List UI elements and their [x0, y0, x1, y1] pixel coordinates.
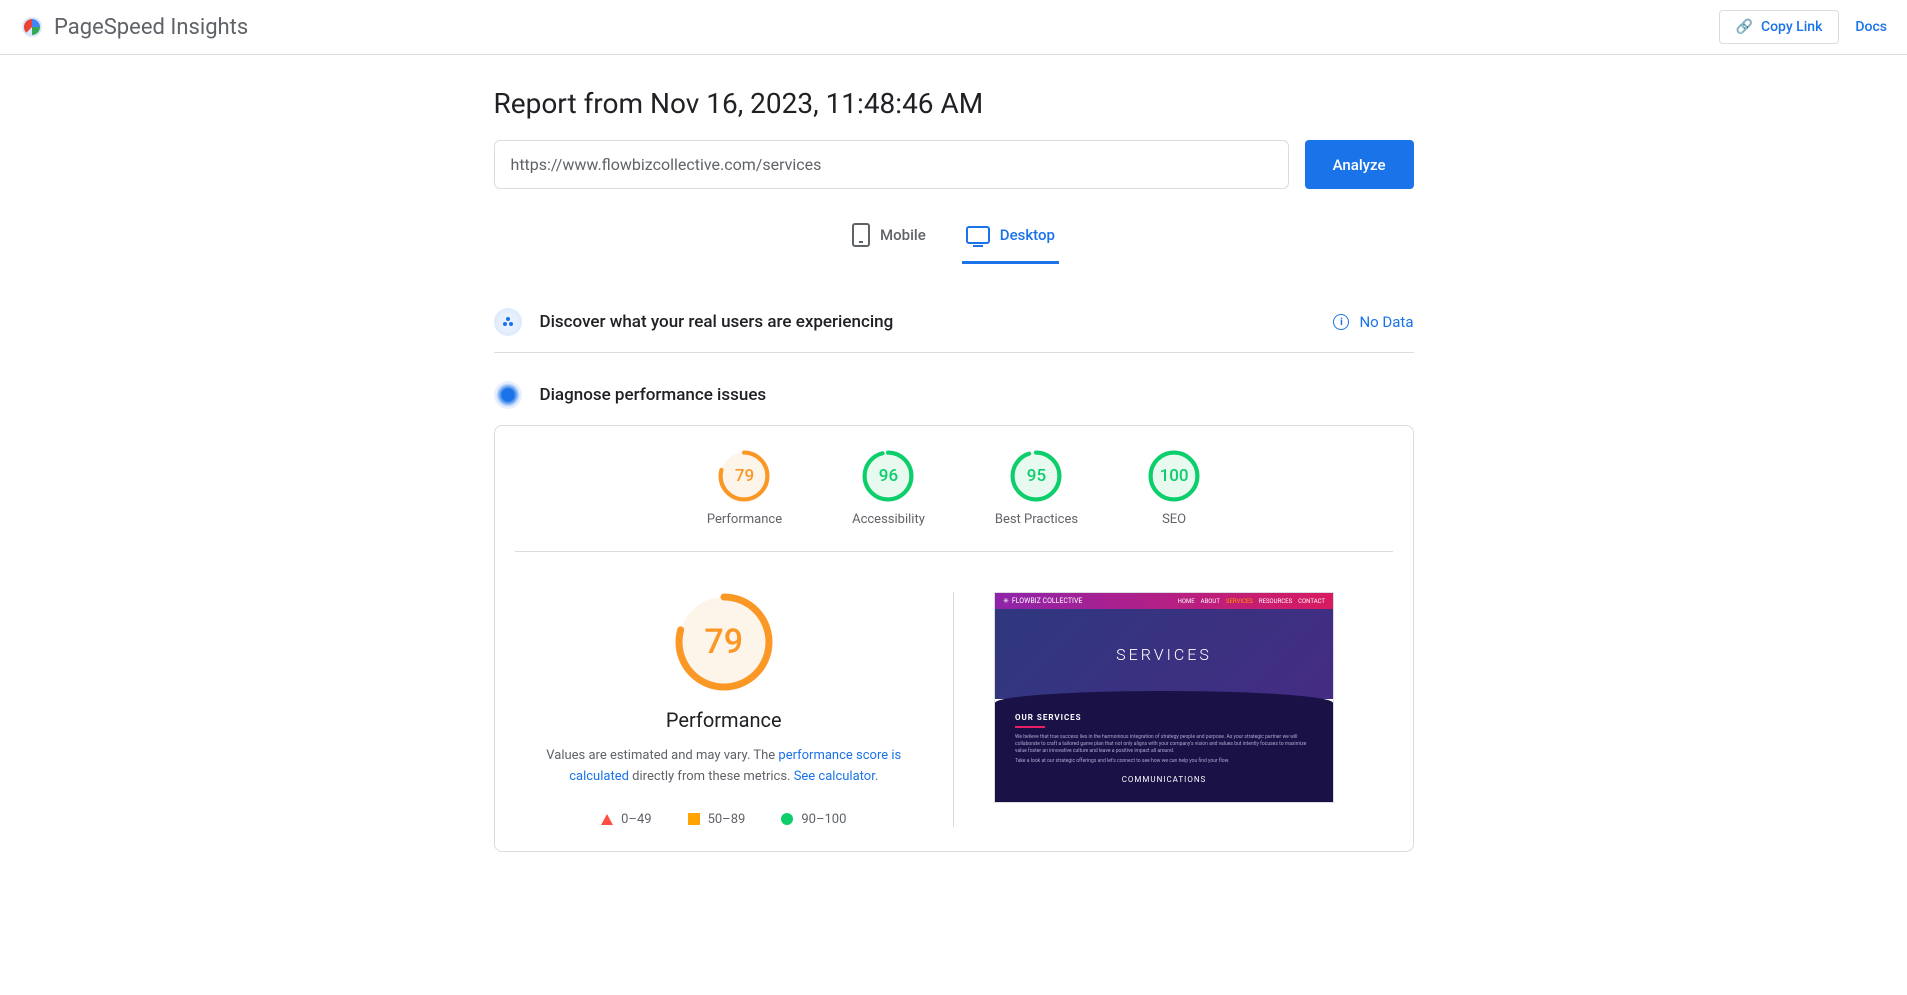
- performance-value: 79: [704, 622, 743, 662]
- page-screenshot: ✳ FLOWBIZ COLLECTIVE HOME ABOUT SERVICES RE…: [994, 592, 1334, 803]
- users-icon: [494, 308, 522, 336]
- screenshot-panel: ✳ FLOWBIZ COLLECTIVE HOME ABOUT SERVICES RE…: [994, 592, 1373, 827]
- diagnose-header: Diagnose performance issues: [494, 381, 1414, 409]
- ss-nav: HOME ABOUT SERVICES RESOURCES CONTACT: [1178, 598, 1325, 605]
- legend-fail: 0–49: [601, 812, 651, 827]
- ss-hero: SERVICES: [995, 609, 1333, 699]
- ss-nav-item: HOME: [1178, 598, 1195, 605]
- ss-header: ✳ FLOWBIZ COLLECTIVE HOME ABOUT SERVICES RE…: [995, 593, 1333, 609]
- gauge-icon: 96: [862, 450, 914, 502]
- diagnose-section: Diagnose performance issues 79 Performanc…: [494, 381, 1414, 852]
- no-data-link[interactable]: i No Data: [1333, 313, 1413, 331]
- header-left: PageSpeed Insights: [20, 15, 248, 40]
- diagnose-title: Diagnose performance issues: [540, 385, 767, 405]
- legend-average: 50–89: [688, 812, 746, 827]
- app-title: PageSpeed Insights: [54, 15, 248, 40]
- performance-label: Performance: [666, 708, 782, 732]
- score-accessibility[interactable]: 96 Accessibility: [852, 450, 925, 527]
- ss-body: OUR SERVICES We believe that true succes…: [995, 703, 1333, 802]
- link-icon: 🔗: [1736, 19, 1753, 35]
- ss-nav-item: CONTACT: [1298, 598, 1325, 605]
- disclaimer-text1: Values are estimated and may vary. The: [546, 748, 778, 763]
- performance-detail: 79 Performance Values are estimated and …: [535, 592, 955, 827]
- square-icon: [688, 813, 700, 825]
- performance-gauge: 79: [674, 592, 774, 692]
- url-row: Analyze: [494, 140, 1414, 189]
- tab-desktop[interactable]: Desktop: [962, 213, 1059, 264]
- disclaimer: Values are estimated and may vary. The p…: [535, 746, 914, 788]
- app-header: PageSpeed Insights 🔗 Copy Link Docs: [0, 0, 1907, 55]
- legend-average-label: 50–89: [708, 812, 746, 827]
- score-label: Accessibility: [852, 512, 925, 527]
- ss-brand: ✳ FLOWBIZ COLLECTIVE: [1003, 597, 1082, 605]
- crux-title: Discover what your real users are experi…: [540, 312, 894, 332]
- ss-p1: We believe that true success lies in the…: [1015, 734, 1313, 755]
- score-value: 96: [879, 466, 898, 486]
- calculator-link[interactable]: See calculator: [794, 769, 875, 784]
- score-value: 100: [1160, 466, 1189, 486]
- tab-mobile-label: Mobile: [880, 226, 926, 244]
- disclaimer-text2: directly from these metrics.: [629, 769, 794, 784]
- legend-pass: 90–100: [781, 812, 846, 827]
- analyze-button[interactable]: Analyze: [1305, 140, 1414, 189]
- desktop-icon: [966, 226, 990, 244]
- ss-comm: COMMUNICATIONS: [1015, 775, 1313, 784]
- score-value: 95: [1027, 466, 1046, 486]
- scores-row: 79 Performance 96 Accessibility 95 Best Pract…: [515, 450, 1393, 552]
- docs-link[interactable]: Docs: [1855, 19, 1887, 35]
- gauge-icon: 79: [718, 450, 770, 502]
- score-seo[interactable]: 100 SEO: [1148, 450, 1200, 527]
- header-right: 🔗 Copy Link Docs: [1719, 10, 1887, 44]
- tab-mobile[interactable]: Mobile: [848, 213, 930, 264]
- no-data-label: No Data: [1359, 313, 1413, 331]
- diagnose-icon: [494, 381, 522, 409]
- score-label: Best Practices: [995, 512, 1078, 527]
- ss-section-title: OUR SERVICES: [1015, 713, 1313, 722]
- crux-left: Discover what your real users are experi…: [494, 308, 894, 336]
- tab-desktop-label: Desktop: [1000, 226, 1055, 244]
- url-input[interactable]: [494, 140, 1289, 189]
- main-content: Report from Nov 16, 2023, 11:48:46 AM An…: [474, 55, 1434, 872]
- gauge-icon: 100: [1148, 450, 1200, 502]
- ss-nav-item: RESOURCES: [1259, 598, 1292, 605]
- disclaimer-text3: .: [875, 769, 878, 784]
- mobile-icon: [852, 223, 870, 247]
- ss-p2: Take a look at our strategic offerings a…: [1015, 758, 1313, 765]
- circle-icon: [781, 813, 793, 825]
- crux-section: Discover what your real users are experi…: [494, 292, 1414, 353]
- scores-card: 79 Performance 96 Accessibility 95 Best Pract…: [494, 425, 1414, 852]
- detail-row: 79 Performance Values are estimated and …: [495, 552, 1413, 827]
- legend-fail-label: 0–49: [621, 812, 651, 827]
- score-label: Performance: [707, 512, 782, 527]
- report-title: Report from Nov 16, 2023, 11:48:46 AM: [494, 87, 1414, 120]
- info-icon: i: [1333, 314, 1349, 330]
- gauge-icon: 95: [1010, 450, 1062, 502]
- score-value: 79: [735, 466, 754, 486]
- copy-link-label: Copy Link: [1761, 19, 1822, 35]
- score-performance[interactable]: 79 Performance: [707, 450, 782, 527]
- score-label: SEO: [1162, 512, 1186, 527]
- copy-link-button[interactable]: 🔗 Copy Link: [1719, 10, 1840, 44]
- ss-nav-item: ABOUT: [1201, 598, 1220, 605]
- ss-underline: [1015, 726, 1045, 728]
- ss-nav-item: SERVICES: [1226, 598, 1253, 605]
- pagespeed-logo-icon: [20, 15, 44, 39]
- legend-pass-label: 90–100: [801, 812, 846, 827]
- score-legend: 0–49 50–89 90–100: [601, 812, 846, 827]
- score-best-practices[interactable]: 95 Best Practices: [995, 450, 1078, 527]
- device-tabs: Mobile Desktop: [494, 213, 1414, 264]
- triangle-icon: [601, 814, 613, 825]
